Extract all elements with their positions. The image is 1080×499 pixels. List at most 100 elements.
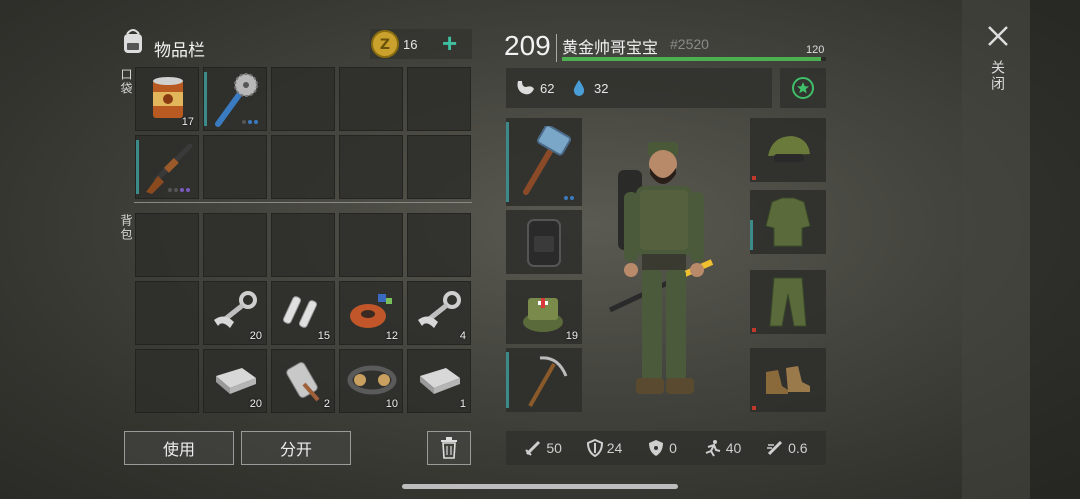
- equip-slot-feet[interactable]: [750, 348, 826, 412]
- damage-stat: 50: [524, 439, 562, 457]
- sledgehammer-icon: [523, 126, 572, 195]
- backpack-slot-ecu-board[interactable]: 1: [407, 349, 471, 413]
- item-qty: 15: [317, 330, 330, 342]
- backpack-slot-starter-motor[interactable]: 2: [271, 349, 335, 413]
- backpack-slot-empty[interactable]: [203, 213, 267, 277]
- backpack-slot-timing-belt[interactable]: 10: [339, 349, 403, 413]
- pocket-slot-empty[interactable]: [339, 135, 403, 199]
- backpack-icon: [124, 29, 142, 53]
- durability-bar: [136, 140, 139, 194]
- pocket-slot-empty[interactable]: [407, 135, 471, 199]
- backpack-item-icon: [527, 219, 561, 267]
- backpack-slot-empty[interactable]: [135, 349, 199, 413]
- pocket-slot-canned-food[interactable]: 17: [135, 67, 199, 131]
- item-qty: 12: [385, 330, 398, 342]
- pocket-slot-empty[interactable]: [339, 67, 403, 131]
- stomach-icon: [517, 81, 534, 95]
- item-qty: 20: [249, 398, 262, 410]
- ecu-board-icon: [420, 368, 460, 394]
- item-qty: 10: [385, 398, 398, 410]
- player-level: 209: [504, 30, 551, 61]
- pickaxe-icon: [528, 356, 568, 407]
- item-qty: 1: [459, 398, 466, 410]
- svg-text:Z: Z: [380, 37, 390, 53]
- pocket-slot-saw-mace[interactable]: [203, 67, 267, 131]
- close-button[interactable]: 关闭: [980, 20, 1016, 106]
- close-label: 关闭: [990, 60, 1006, 92]
- durability-bar: [506, 122, 509, 202]
- backpack-slot-empty[interactable]: [135, 213, 199, 277]
- backpack-slot-connecting-rod[interactable]: 4: [407, 281, 471, 345]
- backpack-slot-connecting-rod[interactable]: 20: [203, 281, 267, 345]
- armor-value: 24: [606, 440, 623, 456]
- equip-slot-backpack[interactable]: [506, 210, 582, 274]
- pocket-slot-empty[interactable]: [271, 135, 335, 199]
- character-model: [608, 142, 714, 394]
- timing-belt-icon: [347, 365, 397, 395]
- backpack-slot-ecu-board[interactable]: 20: [203, 349, 267, 413]
- water-value: 32: [594, 81, 609, 96]
- close-icon: [988, 26, 1008, 46]
- durability-bar: [750, 220, 753, 250]
- durability-bar: [204, 72, 207, 126]
- connecting-rod-icon: [214, 291, 257, 328]
- home-indicator[interactable]: [402, 484, 678, 489]
- inventory-title: 物品栏: [154, 41, 205, 60]
- pocket-slot-empty[interactable]: [407, 67, 471, 131]
- xp-bar-fill: [562, 57, 821, 61]
- add-coins-button[interactable]: +: [442, 28, 457, 58]
- radiation-stat: 0: [647, 439, 677, 457]
- backpack-slot-empty[interactable]: [135, 281, 199, 345]
- canned-food-icon: [153, 77, 183, 118]
- equip-slot-melee[interactable]: [506, 348, 582, 412]
- equip-slot-medkit[interactable]: 19: [506, 280, 582, 344]
- split-button[interactable]: 分开: [241, 431, 351, 465]
- rarity-dots: [168, 188, 190, 192]
- copper-coil-icon: [350, 294, 392, 328]
- rarity-dots: [564, 196, 574, 200]
- body-armor-icon: [765, 197, 811, 247]
- xp-max: 120: [806, 44, 825, 56]
- speed-value: 40: [725, 440, 742, 456]
- attack-speed-stat: 0.6: [766, 439, 808, 457]
- item-qty: 17: [181, 116, 194, 128]
- backpack-slot-empty[interactable]: [271, 213, 335, 277]
- pocket-slot-shotgun[interactable]: [135, 135, 199, 199]
- combat-stats-bar: 50 24 0 40 0.6: [506, 431, 826, 465]
- pocket-slot-empty[interactable]: [271, 67, 335, 131]
- trash-icon: [441, 437, 457, 459]
- connecting-rod-icon: [418, 291, 461, 328]
- xp-bar: [562, 57, 826, 61]
- ecu-board-icon: [216, 368, 256, 394]
- shield-icon: [586, 439, 603, 457]
- right-edge-shade: [1030, 0, 1080, 499]
- equip-slot-primary-weapon[interactable]: [506, 118, 582, 206]
- player-name: 黄金帅哥宝宝: [562, 40, 659, 57]
- status-dot: [752, 328, 756, 332]
- speed-stat: 40: [702, 439, 742, 457]
- item-qty: 4: [459, 330, 466, 342]
- trash-button[interactable]: [427, 431, 471, 465]
- helmet-icon: [768, 136, 810, 162]
- backpack-slot-empty[interactable]: [339, 213, 403, 277]
- rarity-dots: [242, 120, 258, 124]
- equip-slot-body[interactable]: [750, 190, 826, 254]
- item-qty: 2: [323, 398, 330, 410]
- attack-speed-value: 0.6: [788, 440, 808, 456]
- pocket-label: 口袋: [119, 68, 133, 96]
- status-dot: [752, 406, 756, 410]
- equip-slot-legs[interactable]: [750, 270, 826, 334]
- item-qty: 20: [249, 330, 262, 342]
- backpack-slot-fuses[interactable]: 15: [271, 281, 335, 345]
- backpack-slot-empty[interactable]: [407, 213, 471, 277]
- radiation-icon: [649, 440, 664, 456]
- pants-icon: [769, 277, 807, 327]
- perk-button[interactable]: [780, 68, 826, 108]
- running-icon: [705, 440, 720, 457]
- equip-slot-headgear[interactable]: [750, 118, 826, 182]
- hunger-value: 62: [540, 81, 555, 96]
- radiation-value: 0: [669, 440, 677, 456]
- use-button[interactable]: 使用: [124, 431, 234, 465]
- backpack-slot-copper-coil[interactable]: 12: [339, 281, 403, 345]
- pocket-slot-empty[interactable]: [203, 135, 267, 199]
